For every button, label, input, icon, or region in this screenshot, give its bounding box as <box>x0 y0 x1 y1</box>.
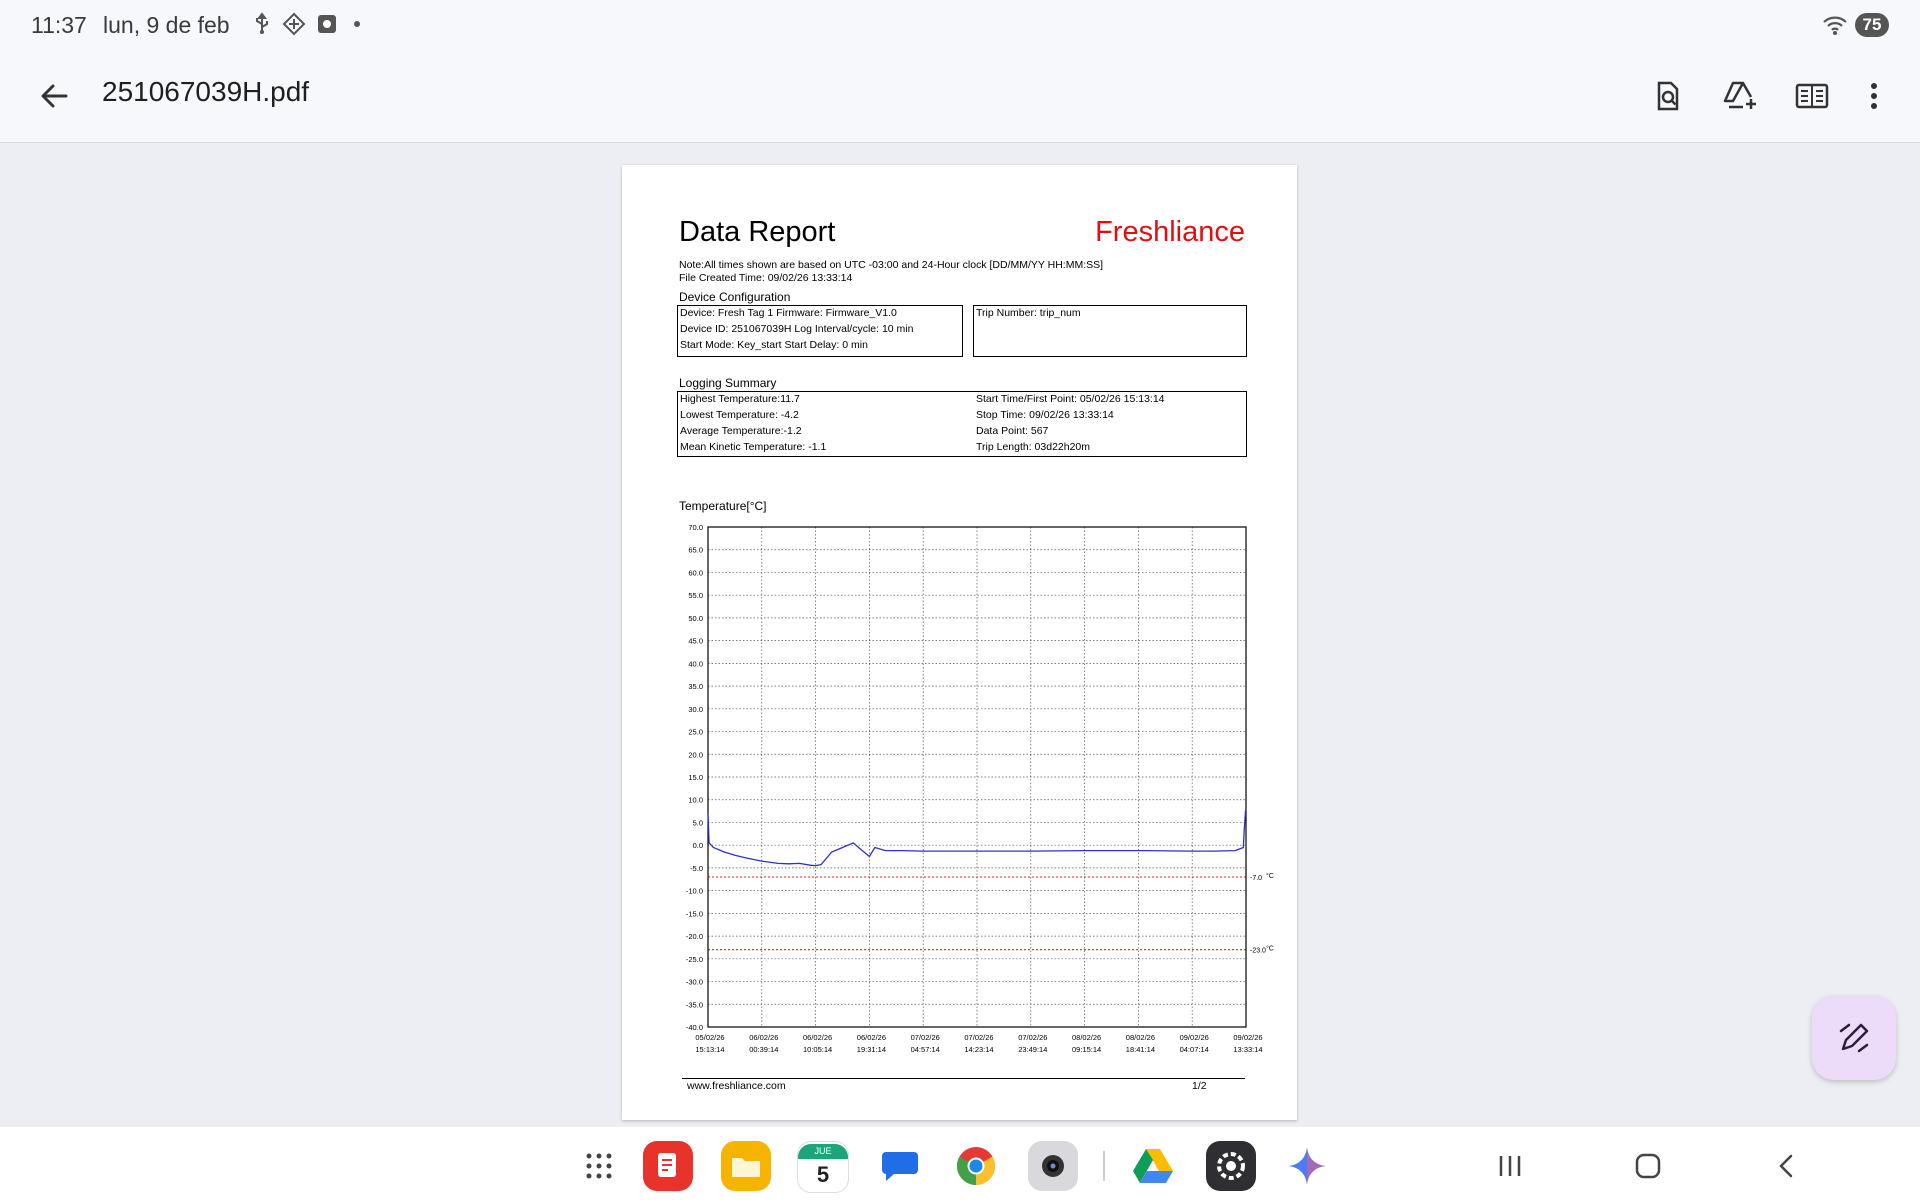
gemini-app-icon[interactable] <box>1282 1141 1332 1191</box>
notes-app-icon[interactable] <box>643 1141 693 1191</box>
screen-record-icon <box>318 15 336 33</box>
y-tick-label: 15.0 <box>688 773 703 782</box>
x-tick-time: 13:33:14 <box>1233 1045 1262 1054</box>
edit-pen-icon <box>1839 1023 1869 1053</box>
y-tick-label: -35.0 <box>686 1000 703 1009</box>
wifi-icon <box>1823 16 1847 35</box>
y-tick-label: 55.0 <box>688 591 703 600</box>
files-app-icon[interactable] <box>721 1141 771 1191</box>
x-tick-time: 18:41:14 <box>1126 1045 1155 1054</box>
x-tick-date: 06/02/26 <box>803 1033 832 1042</box>
footer-url: www.freshliance.com <box>687 1080 786 1092</box>
x-tick-time: 10:05:14 <box>803 1045 832 1054</box>
y-tick-label: 0.0 <box>693 841 703 850</box>
x-tick-date: 06/02/26 <box>749 1033 778 1042</box>
threshold-unit: °C <box>1266 872 1274 880</box>
y-tick-label: -5.0 <box>690 864 703 873</box>
drive-app-icon[interactable] <box>1128 1141 1178 1191</box>
y-tick-label: -30.0 <box>686 978 703 987</box>
app-drawer-icon[interactable] <box>574 1141 624 1191</box>
y-tick-label: 60.0 <box>688 568 703 577</box>
more-vert-icon[interactable] <box>1854 76 1894 116</box>
y-tick-label: 20.0 <box>688 750 703 759</box>
y-tick-label: 70.0 <box>688 523 703 532</box>
y-tick-label: 65.0 <box>688 546 703 555</box>
y-tick-label: 10.0 <box>688 796 703 805</box>
y-tick-label: 45.0 <box>688 637 703 646</box>
x-tick-date: 08/02/26 <box>1072 1033 1101 1042</box>
chrome-app-icon[interactable] <box>951 1141 1001 1191</box>
y-tick-label: 5.0 <box>693 818 703 827</box>
battery-icon: 75 <box>1855 13 1889 37</box>
calendar-app-icon[interactable]: JUE 5 <box>797 1141 849 1193</box>
y-tick-label: 40.0 <box>688 659 703 668</box>
x-tick-time: 23:49:14 <box>1018 1045 1047 1054</box>
x-tick-time: 15:13:14 <box>695 1045 724 1054</box>
app-bar: 251067039H.pdf <box>0 54 1920 143</box>
back-arrow-icon[interactable] <box>36 78 72 114</box>
status-icons <box>252 12 360 36</box>
threshold-label: -23.0 <box>1250 948 1266 955</box>
y-tick-label: 35.0 <box>688 682 703 691</box>
document-title: 251067039H.pdf <box>102 76 310 107</box>
x-tick-date: 06/02/26 <box>857 1033 886 1042</box>
y-tick-label: 30.0 <box>688 705 703 714</box>
status-bar: 11:37 lun, 9 de feb 75 <box>0 0 1920 54</box>
y-tick-label: -25.0 <box>686 955 703 964</box>
messages-app-icon[interactable] <box>875 1141 925 1191</box>
find-in-document-icon[interactable] <box>1648 76 1688 116</box>
y-tick-label: 25.0 <box>688 728 703 737</box>
y-tick-label: -10.0 <box>686 887 703 896</box>
y-tick-label: -15.0 <box>686 909 703 918</box>
x-tick-time: 14:23:14 <box>964 1045 993 1054</box>
back-nav-icon[interactable] <box>1766 1148 1806 1184</box>
dot-icon <box>354 21 360 27</box>
x-tick-date: 07/02/26 <box>964 1033 993 1042</box>
recents-nav-icon[interactable] <box>1490 1148 1530 1184</box>
threshold-label: -7.0 <box>1250 875 1262 882</box>
calendar-day: 5 <box>816 1161 830 1187</box>
x-tick-date: 07/02/26 <box>911 1033 940 1042</box>
x-tick-time: 04:07:14 <box>1180 1045 1209 1054</box>
threshold-unit: °C <box>1266 945 1274 953</box>
camera-app-icon[interactable] <box>1028 1141 1078 1191</box>
x-tick-date: 07/02/26 <box>1018 1033 1047 1042</box>
settings-app-icon[interactable] <box>1206 1141 1256 1191</box>
footer-rule <box>682 1078 1245 1079</box>
usb-icon <box>256 12 268 34</box>
page-number: 1/2 <box>1192 1080 1207 1092</box>
status-date: lun, 9 de feb <box>103 12 230 38</box>
dock-divider <box>1103 1151 1105 1181</box>
x-tick-time: 09:15:14 <box>1072 1045 1101 1054</box>
x-tick-time: 00:39:14 <box>749 1045 778 1054</box>
y-tick-label: 50.0 <box>688 614 703 623</box>
y-tick-label: -40.0 <box>686 1023 703 1032</box>
edit-pen-fab[interactable] <box>1812 996 1896 1080</box>
reading-mode-icon[interactable] <box>1792 76 1832 116</box>
x-tick-date: 09/02/26 <box>1233 1033 1262 1042</box>
pdf-page[interactable]: Data Report Freshliance Note:All times s… <box>622 165 1297 1120</box>
calendar-month: JUE <box>798 1143 848 1159</box>
x-tick-time: 04:57:14 <box>911 1045 940 1054</box>
x-tick-date: 08/02/26 <box>1126 1033 1155 1042</box>
x-tick-time: 19:31:14 <box>857 1045 886 1054</box>
add-to-drive-icon[interactable] <box>1720 76 1760 116</box>
home-nav-icon[interactable] <box>1628 1148 1668 1184</box>
y-tick-label: -20.0 <box>686 932 703 941</box>
vpn-icon <box>282 12 306 36</box>
temperature-chart: 70.0 65.0 60.0 55.0 50.0 45.0 40.0 35.0 30.0 25.0… <box>686 523 1274 1054</box>
x-tick-date: 05/02/26 <box>695 1033 724 1042</box>
x-tick-date: 09/02/26 <box>1180 1033 1209 1042</box>
status-time: 11:37 <box>31 12 87 38</box>
